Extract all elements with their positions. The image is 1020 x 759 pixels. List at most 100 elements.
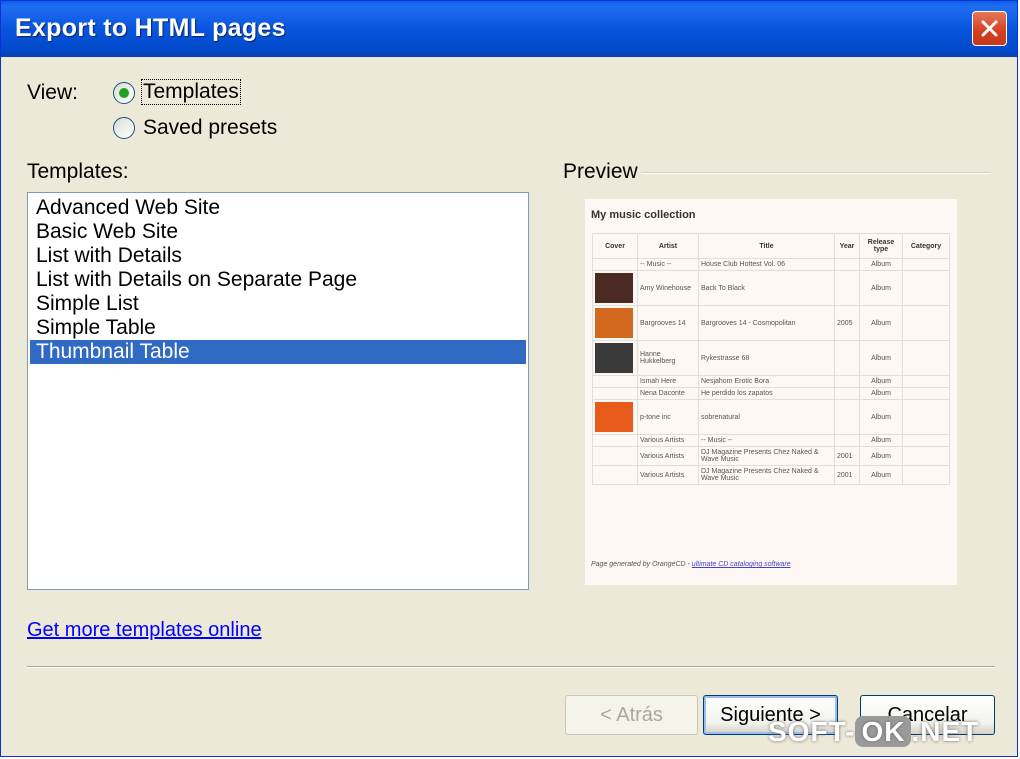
preview-footer-text: Page generated by OrangeCD -: [591, 561, 692, 568]
preview-cell-category: [902, 399, 950, 435]
preview-cell-release: Album: [859, 258, 903, 271]
preview-row: Bargrooves 14 Bargrooves 14 - Cosmopolita…: [592, 305, 950, 341]
preview-cell-year: [834, 258, 860, 271]
preview-cell-year: [834, 375, 860, 388]
preview-cover-cell: [592, 399, 638, 435]
preview-col-header: Year: [834, 233, 860, 259]
back-button[interactable]: < Atrás: [565, 695, 698, 735]
preview-footer-link: ultimate CD cataloging software: [691, 561, 791, 568]
preview-cell-category: [902, 446, 950, 466]
preview-cell-year: 2001: [834, 446, 860, 466]
preview-cell-release: Album: [859, 375, 903, 388]
preview-cell-title: House Club Hottest Vol. 06: [698, 258, 835, 271]
preview-cover-cell: [592, 270, 638, 306]
preview-cell-year: [834, 270, 860, 306]
preview-cell-release: Album: [859, 270, 903, 306]
album-cover-thumbnail: [595, 308, 633, 338]
preview-cell-release: Album: [859, 434, 903, 447]
preview-row: Various Artists DJ Magazine Presents Chez…: [592, 465, 950, 485]
close-button[interactable]: [972, 11, 1007, 46]
radio-templates[interactable]: [113, 82, 135, 104]
preview-page-title: My music collection: [591, 209, 696, 221]
preview-cell-artist: Various Artists: [637, 446, 699, 466]
preview-cell-title: He perdido los zapatos: [698, 387, 835, 400]
watermark: SOFT- OK .NET: [768, 716, 979, 748]
preview-row: Various Artists -- Music -- Album: [592, 434, 950, 447]
preview-cover-cell: [592, 387, 638, 400]
preview-cell-artist: -- Music --: [637, 258, 699, 271]
preview-cell-year: [834, 387, 860, 400]
preview-cell-release: Album: [859, 387, 903, 400]
template-item[interactable]: List with Details on Separate Page: [30, 268, 526, 292]
preview-cell-artist: Nena Daconte: [637, 387, 699, 400]
preview-cell-artist: p-tone inc: [637, 399, 699, 435]
radio-selected-dot: [119, 88, 129, 98]
preview-cell-artist: Bargrooves 14: [637, 305, 699, 341]
preview-row: Hanne Hukkelberg Rykestrasse 68 Album: [592, 340, 950, 376]
preview-cell-title: DJ Magazine Presents Chez Naked & Wave M…: [698, 446, 835, 466]
preview-cell-title: DJ Magazine Presents Chez Naked & Wave M…: [698, 465, 835, 485]
title-bar[interactable]: Export to HTML pages: [1, 1, 1017, 57]
view-label: View:: [27, 81, 78, 104]
preview-cell-category: [902, 305, 950, 341]
preview-cell-title: Nesjahom Erotic Bora: [698, 375, 835, 388]
preview-col-header: Artist: [637, 233, 699, 259]
watermark-ok: OK: [855, 716, 912, 747]
album-cover-thumbnail: [595, 402, 633, 432]
preview-cell-category: [902, 387, 950, 400]
radio-saved-presets[interactable]: [113, 117, 135, 139]
preview-col-header: Cover: [592, 233, 638, 259]
preview-cover-cell: [592, 446, 638, 466]
preview-row: Nena Daconte He perdido los zapatos Album: [592, 387, 950, 400]
preview-cover-cell: [592, 375, 638, 388]
template-item[interactable]: Simple List: [30, 292, 526, 316]
preview-cell-artist: Amy Winehouse: [637, 270, 699, 306]
window-title: Export to HTML pages: [15, 14, 286, 42]
preview-cell-category: [902, 465, 950, 485]
get-more-templates-link[interactable]: Get more templates online: [27, 619, 262, 642]
preview-cell-year: [834, 399, 860, 435]
preview-cell-release: Album: [859, 446, 903, 466]
preview-cell-title: -- Music --: [698, 434, 835, 447]
preview-header-row: Cover Artist Title Year Release type Cat…: [592, 233, 950, 259]
preview-cover-cell: [592, 465, 638, 485]
preview-cell-year: [834, 340, 860, 376]
template-item[interactable]: List with Details: [30, 244, 526, 268]
preview-cell-category: [902, 340, 950, 376]
preview-cell-year: 2005: [834, 305, 860, 341]
preview-col-header: Release type: [859, 233, 903, 259]
preview-cell-artist: Various Artists: [637, 434, 699, 447]
watermark-left: SOFT-: [768, 716, 856, 747]
preview-footer: Page generated by OrangeCD - ultimate CD…: [591, 561, 791, 568]
preview-cover-cell: [592, 340, 638, 376]
template-item[interactable]: Basic Web Site: [30, 220, 526, 244]
templates-listbox[interactable]: Advanced Web Site Basic Web Site List wi…: [27, 192, 529, 590]
preview-cell-title: Back To Black: [698, 270, 835, 306]
preview-cell-release: Album: [859, 399, 903, 435]
export-dialog: Export to HTML pages View: Templates Sav…: [0, 0, 1018, 757]
radio-saved-presets-label[interactable]: Saved presets: [143, 116, 277, 140]
preview-col-header: Title: [698, 233, 835, 259]
template-item[interactable]: Simple Table: [30, 316, 526, 340]
preview-cover-cell: [592, 305, 638, 341]
preview-row: Various Artists DJ Magazine Presents Chez…: [592, 446, 950, 466]
preview-cell-artist: Hanne Hukkelberg: [637, 340, 699, 376]
preview-cell-title: sobrenatural: [698, 399, 835, 435]
preview-table: Cover Artist Title Year Release type Cat…: [592, 233, 950, 485]
preview-cell-title: Bargrooves 14 - Cosmopolitan: [698, 305, 835, 341]
preview-cell-category: [902, 434, 950, 447]
preview-cell-category: [902, 375, 950, 388]
preview-label: Preview: [563, 160, 638, 183]
watermark-right: .NET: [911, 716, 980, 747]
template-item[interactable]: Advanced Web Site: [30, 196, 526, 220]
templates-label: Templates:: [27, 160, 129, 183]
preview-cell-year: [834, 434, 860, 447]
preview-row: Amy Winehouse Back To Black Album: [592, 270, 950, 306]
radio-templates-label[interactable]: Templates: [141, 79, 241, 105]
template-item-selected[interactable]: Thumbnail Table: [30, 340, 526, 364]
preview-cell-artist: Ismah Here: [637, 375, 699, 388]
preview-cell-release: Album: [859, 340, 903, 376]
preview-cell-year: 2001: [834, 465, 860, 485]
preview-cell-category: [902, 270, 950, 306]
preview-cover-cell: [592, 258, 638, 271]
